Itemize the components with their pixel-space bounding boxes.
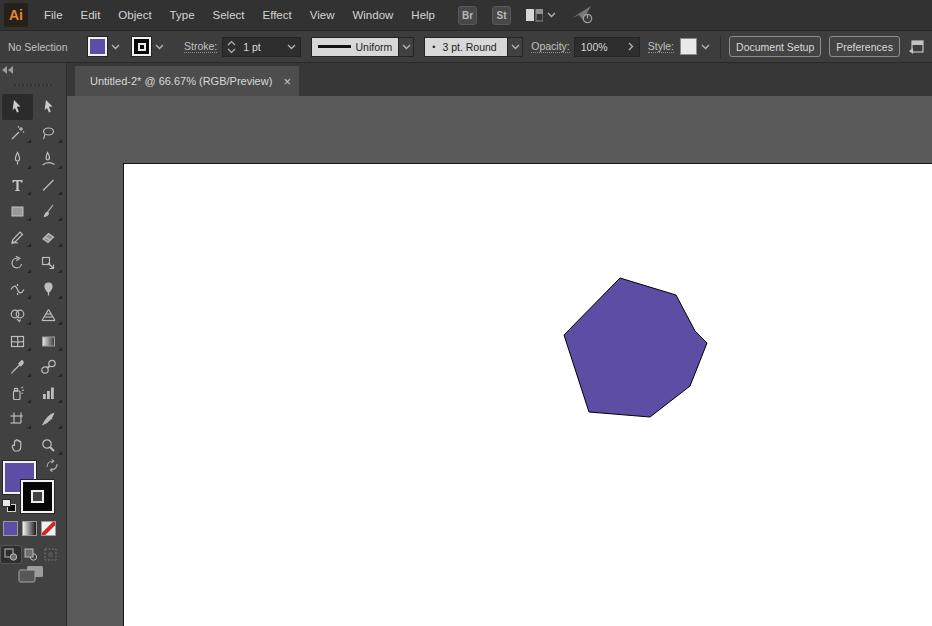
magic-wand-tool[interactable]	[2, 120, 33, 146]
stroke-weight-field[interactable]: 1 pt	[222, 37, 301, 57]
canvas[interactable]	[67, 96, 932, 626]
curvature-tool[interactable]	[33, 146, 64, 172]
selection-status: No Selection	[8, 41, 80, 53]
opacity-value[interactable]: 100%	[581, 41, 628, 53]
eyedropper-tool[interactable]	[2, 354, 33, 380]
screen-mode-icon[interactable]	[18, 565, 45, 584]
stroke-chevron-icon[interactable]	[155, 44, 164, 50]
perspective-grid-tool[interactable]	[33, 302, 64, 328]
width-profile-preview	[318, 45, 350, 48]
type-tool[interactable]	[2, 172, 33, 198]
stroke-panel-link[interactable]: Stroke:	[184, 40, 217, 53]
paintbrush-tool[interactable]	[33, 198, 64, 224]
width-profile-dropdown[interactable]: Uniform	[311, 37, 399, 57]
menu-help[interactable]: Help	[402, 0, 444, 30]
column-graph-tool[interactable]	[33, 380, 64, 406]
tab-bar: Untitled-2* @ 66.67% (RGB/Preview) ×	[67, 63, 932, 96]
width-profile-value: Uniform	[356, 41, 393, 53]
opacity-panel-link[interactable]: Opacity:	[531, 40, 570, 53]
zoom-tool[interactable]	[33, 432, 64, 458]
workspace-icon[interactable]	[908, 39, 925, 55]
rectangle-tool[interactable]	[2, 198, 33, 224]
stroke-weight-value[interactable]: 1 pt	[243, 41, 287, 53]
width-profile-chevron[interactable]	[399, 37, 414, 57]
mesh-tool[interactable]	[2, 328, 33, 354]
swap-fill-stroke-icon[interactable]	[45, 459, 59, 472]
gradient-button[interactable]	[22, 521, 37, 536]
line-segment-tool[interactable]	[33, 172, 64, 198]
direct-selection-tool[interactable]	[33, 94, 64, 120]
menu-edit[interactable]: Edit	[72, 0, 110, 30]
document-setup-button[interactable]: Document Setup	[729, 36, 821, 57]
style-chevron-icon[interactable]	[701, 44, 710, 50]
eraser-tool[interactable]	[33, 224, 64, 250]
illustrator-logo: Ai	[4, 3, 28, 27]
menu-type[interactable]: Type	[161, 0, 204, 30]
brush-definition-chevron[interactable]	[508, 37, 523, 57]
shaper-tool[interactable]	[2, 224, 33, 250]
width-tool[interactable]	[2, 276, 33, 302]
puppet-warp-tool[interactable]	[33, 276, 64, 302]
opacity-chevron-icon[interactable]	[628, 42, 634, 51]
menu-select[interactable]: Select	[204, 0, 254, 30]
stroke-color-proxy[interactable]	[21, 480, 54, 513]
tools-panel	[0, 63, 67, 626]
shape-builder-tool[interactable]	[2, 302, 33, 328]
illustrator-window: Ai File Edit Object Type Select Effect V…	[0, 0, 932, 626]
slice-tool[interactable]	[33, 406, 64, 432]
menu-view[interactable]: View	[301, 0, 344, 30]
hand-tool[interactable]	[2, 432, 33, 458]
collapse-panel-icon[interactable]	[2, 66, 14, 74]
arrange-documents-chevron-icon[interactable]	[547, 12, 556, 18]
brush-definition-dropdown[interactable]: • 3 pt. Round	[424, 37, 508, 57]
lasso-tool[interactable]	[33, 120, 64, 146]
control-bar: No Selection Stroke: 1 pt Uniform • 3 pt…	[0, 31, 932, 63]
drawn-shape[interactable]	[564, 278, 707, 417]
rotate-tool[interactable]	[2, 250, 33, 276]
style-swatch[interactable]	[680, 38, 697, 55]
stock-icon[interactable]: St	[492, 6, 511, 25]
menu-file[interactable]: File	[35, 0, 72, 30]
artboard-tool[interactable]	[2, 406, 33, 432]
blend-tool[interactable]	[33, 354, 64, 380]
panel-drag-handle[interactable]	[14, 84, 52, 86]
style-panel-link[interactable]: Style:	[648, 40, 674, 53]
preferences-button[interactable]: Preferences	[829, 36, 900, 57]
draw-inside-button[interactable]	[41, 546, 61, 563]
symbol-sprayer-tool[interactable]	[2, 380, 33, 406]
gpu-performance-icon[interactable]	[570, 4, 596, 26]
menu-bar: Ai File Edit Object Type Select Effect V…	[0, 0, 932, 31]
color-button[interactable]	[3, 521, 18, 536]
brush-dot-icon: •	[432, 42, 435, 52]
tab-close-icon[interactable]: ×	[283, 75, 291, 88]
control-bar-separator	[720, 36, 721, 58]
stroke-color-swatch[interactable]	[132, 37, 151, 56]
fill-chevron-icon[interactable]	[111, 44, 120, 50]
shape-layer	[67, 96, 932, 626]
draw-behind-button[interactable]	[21, 546, 41, 563]
pen-tool[interactable]	[2, 146, 33, 172]
stroke-weight-stepper[interactable]	[227, 40, 236, 54]
stroke-weight-chevron-icon[interactable]	[287, 44, 296, 50]
scale-tool[interactable]	[33, 250, 64, 276]
default-fill-stroke-icon[interactable]	[2, 499, 16, 512]
document-tab[interactable]: Untitled-2* @ 66.67% (RGB/Preview) ×	[75, 66, 299, 96]
menu-effect[interactable]: Effect	[254, 0, 301, 30]
menu-bar-right: Br St	[458, 4, 596, 26]
menu-object[interactable]: Object	[109, 0, 160, 30]
bridge-icon[interactable]: Br	[458, 6, 477, 25]
arrange-documents-icon[interactable]	[526, 9, 543, 22]
draw-normal-button[interactable]	[1, 546, 21, 563]
gradient-tool[interactable]	[33, 328, 64, 354]
document-tab-title: Untitled-2* @ 66.67% (RGB/Preview)	[90, 75, 279, 87]
selection-tool[interactable]	[2, 94, 33, 120]
menu-window[interactable]: Window	[343, 0, 402, 30]
fill-color-swatch[interactable]	[88, 37, 107, 56]
brush-definition-value: 3 pt. Round	[442, 41, 496, 53]
none-button[interactable]	[41, 521, 56, 536]
opacity-field[interactable]: 100%	[574, 37, 640, 57]
